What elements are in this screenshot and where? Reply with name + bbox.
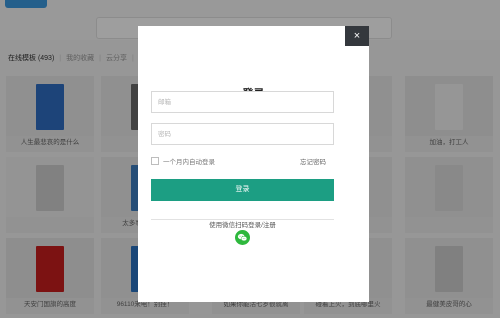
password-field[interactable] <box>151 123 334 145</box>
wechat-icon[interactable] <box>235 230 250 245</box>
close-icon[interactable]: × <box>345 26 369 46</box>
remember-me[interactable]: 一个月内自动登录 <box>151 156 215 166</box>
login-button[interactable]: 登录 <box>151 179 334 201</box>
wechat-login-hint: 使用微信扫码登录/注册 <box>205 222 280 229</box>
wechat-glyph <box>237 233 248 242</box>
email-field[interactable] <box>151 91 334 113</box>
forgot-password-link[interactable]: 忘记密码 <box>300 156 326 166</box>
remember-checkbox[interactable] <box>151 157 159 165</box>
remember-label: 一个月内自动登录 <box>163 159 215 166</box>
